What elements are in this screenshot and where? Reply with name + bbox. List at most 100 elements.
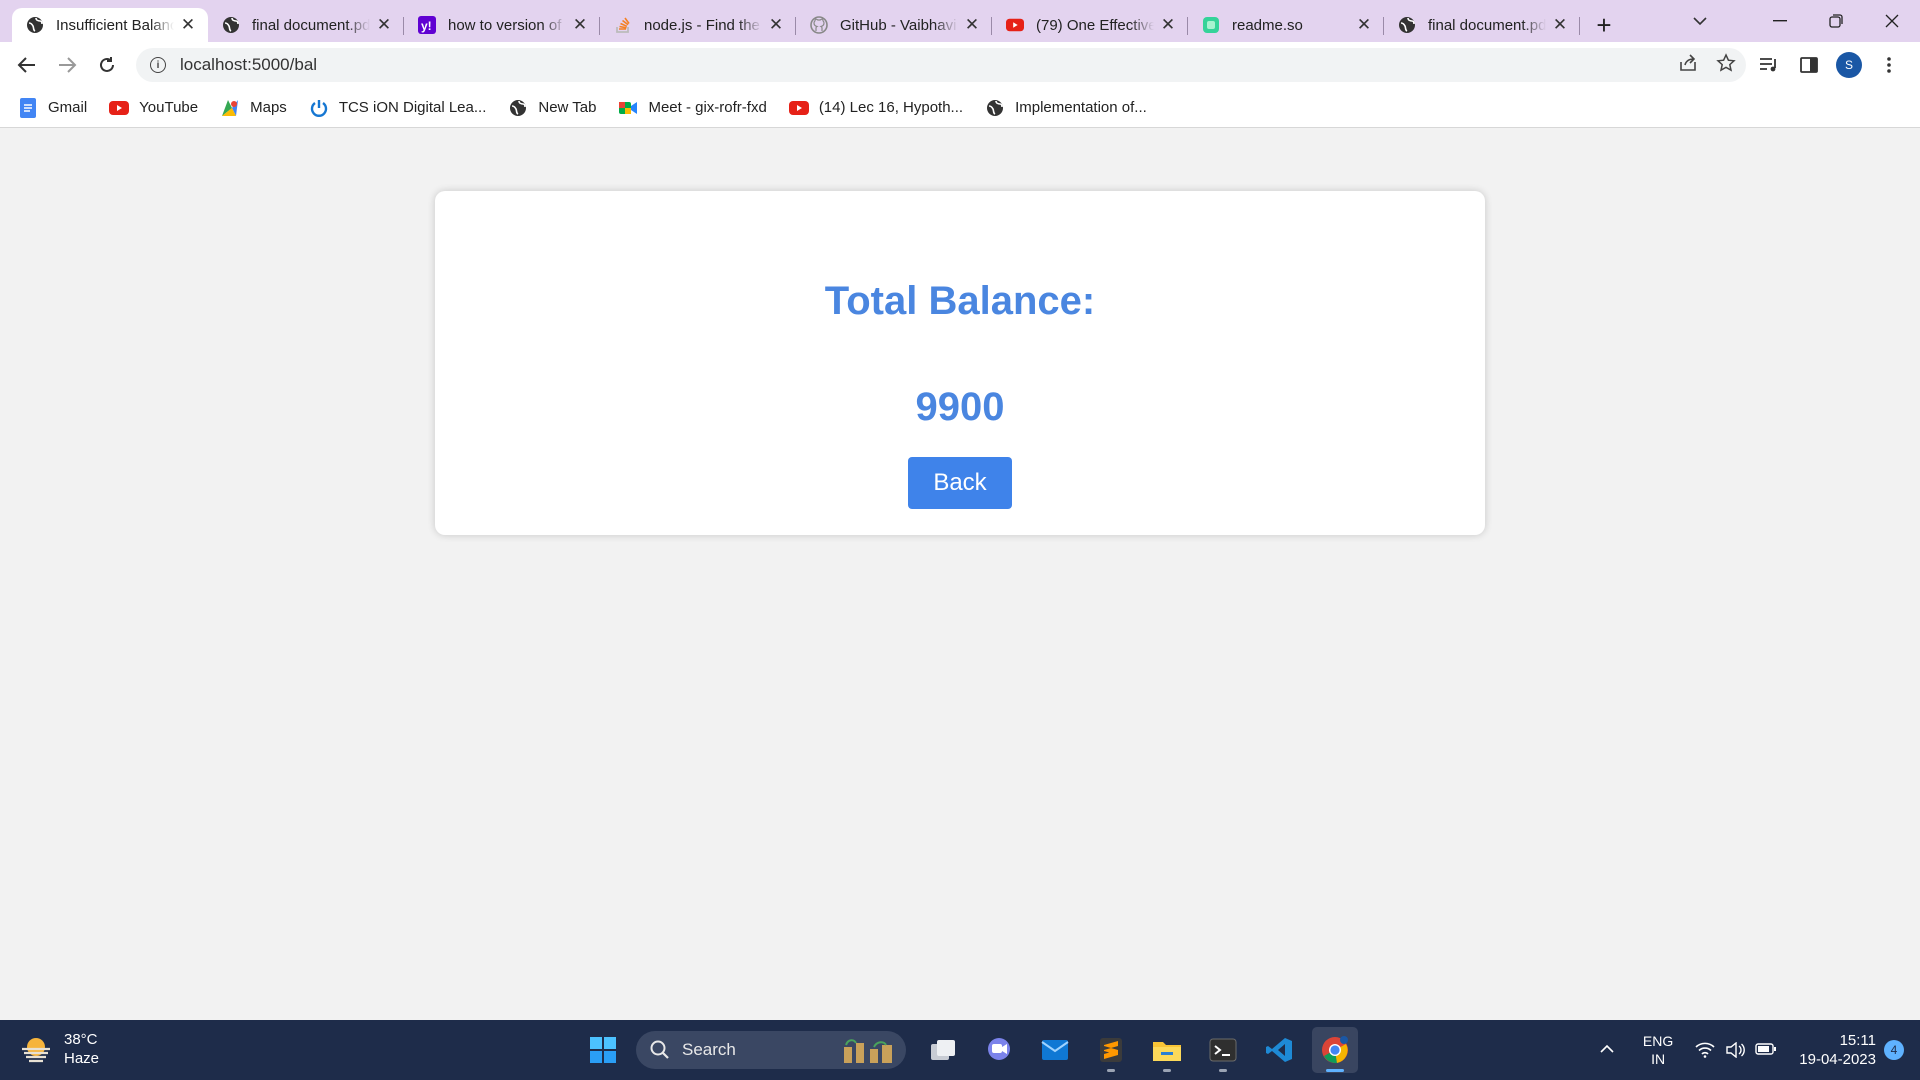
menu-kebab-icon[interactable] [1876,52,1902,78]
bookmark-new-tab[interactable]: New Tab [508,98,596,118]
tab-search-chevron-icon[interactable] [1672,0,1728,42]
browser-toolbar: i localhost:5000/bal S [0,42,1920,88]
github-icon [810,16,828,34]
tab-title: (79) One Effective [1036,16,1154,34]
tab-title: Insufficient Balance [56,16,174,34]
weather-widget[interactable]: 38°C Haze [20,1030,99,1068]
media-queue-icon[interactable] [1756,52,1782,78]
share-icon[interactable] [1678,53,1698,77]
bookmark-youtube[interactable]: YouTube [109,98,198,118]
close-icon[interactable]: ✕ [1550,15,1570,35]
tab-title: how to version of [448,16,562,34]
mail-icon[interactable] [1032,1027,1078,1073]
bookmark-label: (14) Lec 16, Hypoth... [818,99,964,116]
bookmark-gmail[interactable]: Gmail [18,97,87,118]
tab-youtube-video[interactable]: (79) One Effective ✕ [992,8,1188,42]
tab-insufficient-balance[interactable]: Insufficient Balance ✕ [12,8,208,42]
globe-icon [26,16,44,34]
back-button[interactable]: Back [908,457,1012,509]
site-info-icon[interactable]: i [150,57,166,73]
minimize-button[interactable] [1752,0,1808,42]
task-view-icon[interactable] [920,1027,966,1073]
haze-sun-icon [22,1038,50,1063]
close-icon[interactable]: ✕ [374,15,394,35]
show-hidden-icons-chevron-icon[interactable] [1599,1041,1615,1059]
bookmark-meet[interactable]: Meet - gix-rofr-fxd [618,98,767,118]
language-region: IN [1651,1051,1666,1067]
youtube-icon [109,98,130,118]
running-indicator [1163,1069,1171,1072]
readme-icon [1202,16,1220,34]
clock-date: 19-04-2023 [1799,1051,1876,1068]
tab-nodejs-find[interactable]: node.js - Find the ✕ [600,8,796,42]
close-icon[interactable]: ✕ [178,15,198,35]
close-icon[interactable]: ✕ [766,15,786,35]
bookmark-maps[interactable]: Maps [220,98,287,118]
url-text[interactable]: localhost:5000/bal [180,55,317,75]
address-bar[interactable]: i localhost:5000/bal [136,48,1746,82]
weather-temperature: 38°C [64,1031,98,1048]
yahoo-icon: y! [418,16,436,34]
close-icon[interactable]: ✕ [1354,15,1374,35]
file-explorer-icon[interactable] [1144,1027,1190,1073]
bookmark-label: Implementation of... [1015,99,1147,116]
side-panel-icon[interactable] [1796,52,1822,78]
page-title: Total Balance: [824,279,1096,323]
globe-icon [985,98,1005,118]
bookmark-lecture-16[interactable]: (14) Lec 16, Hypoth... [788,98,964,118]
close-icon[interactable]: ✕ [1158,15,1178,35]
running-indicator [1219,1069,1227,1072]
quick-settings[interactable] [1695,1042,1777,1058]
notification-badge[interactable]: 4 [1884,1040,1904,1060]
globe-icon [222,16,240,34]
tab-github[interactable]: GitHub - Vaibhavi ✕ [796,8,992,42]
bookmark-label: Meet - gix-rofr-fxd [648,99,767,116]
running-indicator [1107,1069,1115,1072]
back-arrow-icon[interactable] [7,45,47,85]
tab-list: Insufficient Balance ✕ final document.pd… [0,0,1624,42]
running-indicator [1326,1069,1344,1072]
tab-final-document-2[interactable]: final document.pdf ✕ [1384,8,1580,42]
tab-title: GitHub - Vaibhavi [840,16,957,34]
stackoverflow-icon [614,16,632,34]
chrome-icon[interactable] [1312,1027,1358,1073]
volume-icon [1726,1042,1746,1058]
taskbar-search[interactable]: Search [636,1031,906,1069]
restore-button[interactable] [1808,0,1864,42]
globe-icon [508,98,528,118]
tab-final-document[interactable]: final document.pdf ✕ [208,8,404,42]
start-windows-icon[interactable] [580,1027,626,1073]
page-content: Total Balance: 9900 Back [0,129,1920,1020]
google-docs-icon [18,97,38,118]
bookmark-implementation[interactable]: Implementation of... [985,98,1147,118]
weather-description: Haze [64,1050,100,1067]
taskbar-apps: Search [580,1026,1358,1074]
language-indicator[interactable]: ENG IN [1643,1032,1673,1068]
tab-title: node.js - Find the [644,16,760,34]
close-icon[interactable]: ✕ [962,15,982,35]
tab-how-to-version[interactable]: y! how to version of ✕ [404,8,600,42]
bookmark-star-icon[interactable] [1716,52,1736,78]
balance-card: Total Balance: 9900 Back [435,191,1485,535]
close-window-button[interactable] [1864,0,1920,42]
bookmark-label: YouTube [139,99,199,116]
terminal-icon[interactable] [1200,1027,1246,1073]
browser-tab-strip: Insufficient Balance ✕ final document.pd… [0,0,1920,42]
tab-separator [1579,17,1580,35]
bookmarks-bar: Gmail YouTube Maps TCS iON Digital Lea..… [0,88,1920,128]
forward-arrow-icon[interactable] [47,45,87,85]
profile-avatar[interactable]: S [1836,52,1862,78]
tab-title: final document.pdf [252,16,370,34]
new-tab-button[interactable]: + [1584,8,1624,42]
system-clock[interactable]: 15:11 19-04-2023 [1799,1031,1876,1069]
tab-readme-so[interactable]: readme.so ✕ [1188,8,1384,42]
teams-chat-icon[interactable] [976,1027,1022,1073]
reload-icon[interactable] [87,45,127,85]
balance-amount: 9900 [915,385,1005,429]
sublime-text-icon[interactable] [1088,1027,1134,1073]
maps-icon [220,98,240,118]
bookmark-tcs-ion[interactable]: TCS iON Digital Lea... [309,98,486,118]
vscode-icon[interactable] [1256,1027,1302,1073]
close-icon[interactable]: ✕ [570,15,590,35]
wifi-icon [1695,1042,1715,1058]
